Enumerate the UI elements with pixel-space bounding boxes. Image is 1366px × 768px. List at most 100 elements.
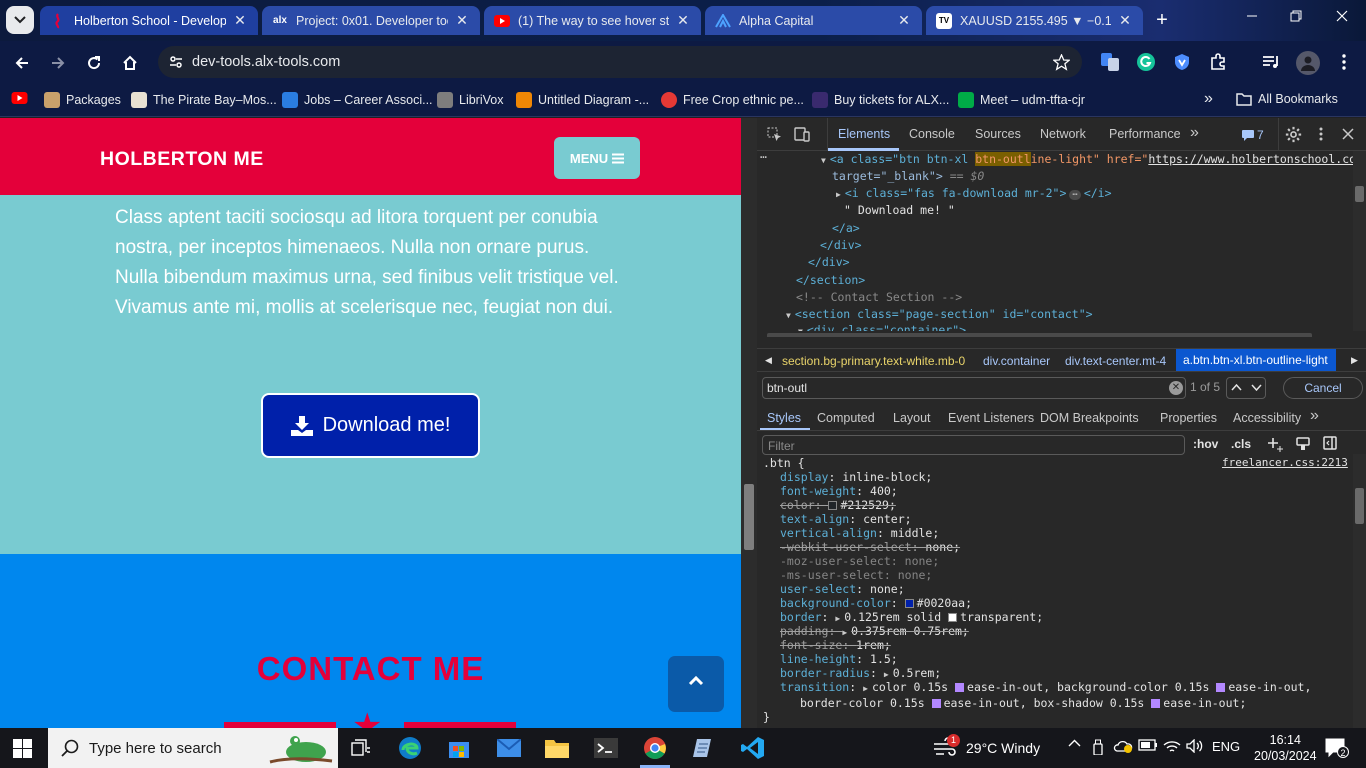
tab-network[interactable]: Network	[1040, 127, 1086, 141]
href-link[interactable]: https://www.holbertonschool.com	[1148, 152, 1363, 166]
close-tab-icon[interactable]: ✕	[454, 12, 470, 29]
css-property-name[interactable]: user-select	[780, 582, 856, 596]
bookmark-star-icon[interactable]	[1053, 53, 1070, 71]
css-property-background-color[interactable]: background-color: #0020aa;	[780, 596, 972, 610]
breadcrumb-active-a[interactable]: a.btn.btn-xl.btn-outline-light	[1176, 349, 1336, 371]
breadcrumb-text-center[interactable]: div.text-center.mt-4	[1065, 354, 1166, 368]
css-property-font-weight[interactable]: font-weight: 400;	[780, 484, 898, 498]
collapse-triangle-icon[interactable]: ▼	[786, 311, 791, 320]
breadcrumb-scroll-right[interactable]: ▶	[1351, 355, 1358, 366]
device-toolbar-icon[interactable]	[794, 127, 810, 142]
styles-scrollbar[interactable]	[1353, 454, 1366, 728]
tab-youtube[interactable]: (1) The way to see hover stat ✕	[484, 6, 701, 35]
breadcrumb-scroll-left[interactable]: ◀	[765, 355, 772, 366]
new-rule-icon[interactable]	[1267, 437, 1283, 452]
all-bookmarks-button[interactable]: All Bookmarks	[1236, 92, 1338, 106]
tab-dom-breakpoints[interactable]: DOM Breakpoints	[1040, 411, 1139, 425]
site-info-icon[interactable]	[168, 54, 184, 70]
edge-app[interactable]	[397, 735, 423, 761]
css-property-name[interactable]: font-size	[780, 638, 842, 652]
weather-widget[interactable]: 1	[932, 734, 960, 758]
css-property-name[interactable]: border	[780, 610, 822, 624]
bookmark-pirate-bay[interactable]: The Pirate Bay–Mos...	[131, 92, 277, 108]
task-view-button[interactable]	[348, 735, 374, 761]
chrome-app[interactable]	[642, 735, 668, 761]
css-property-ms-user-select[interactable]: -ms-user-select: none;	[780, 568, 932, 582]
css-property-value[interactable]: 0.375rem 0.75rem;	[851, 624, 969, 638]
paint-brush-icon[interactable]	[1296, 437, 1310, 451]
css-property-webkit-user-select[interactable]: -webkit-user-select: none;	[780, 540, 960, 554]
more-style-tabs-button[interactable]: »	[1310, 407, 1319, 425]
css-property-padding[interactable]: padding: ▶ 0.375rem 0.75rem;	[780, 624, 969, 638]
css-property-font-size[interactable]: font-size: 1rem;	[780, 638, 891, 652]
terminal-app[interactable]	[593, 735, 619, 761]
breadcrumb-section[interactable]: section.bg-primary.text-white.mb-0	[782, 354, 965, 368]
css-property-name[interactable]: vertical-align	[780, 526, 877, 540]
css-property-transition[interactable]: transition: ▶ color 0.15s ease-in-out, ba…	[780, 680, 1311, 694]
css-property-value[interactable]: middle;	[891, 526, 939, 540]
styles-scrollbar-thumb[interactable]	[1355, 488, 1364, 524]
forward-button[interactable]	[45, 50, 71, 76]
css-property-vertical-align[interactable]: vertical-align: middle;	[780, 526, 939, 540]
settings-gear-icon[interactable]	[1285, 126, 1302, 143]
css-property-name[interactable]: font-weight	[780, 484, 856, 498]
grammarly-icon[interactable]	[1135, 51, 1157, 73]
dom-scrollbar[interactable]	[1353, 151, 1366, 331]
close-devtools-icon[interactable]	[1342, 128, 1354, 140]
close-tab-icon[interactable]: ✕	[232, 12, 248, 29]
dom-close-a[interactable]: </a>	[832, 221, 860, 235]
clear-search-icon[interactable]: ✕	[1169, 381, 1183, 395]
dom-text-node[interactable]: " Download me! "	[844, 203, 955, 217]
ellipsis-icon[interactable]: …	[760, 151, 767, 161]
extensions-puzzle-icon[interactable]	[1207, 51, 1229, 73]
expand-shorthand-icon[interactable]: ▶	[835, 614, 840, 623]
reload-button[interactable]	[81, 50, 107, 76]
css-property-value[interactable]: none;	[870, 582, 905, 596]
css-property-value[interactable]: #0020aa;	[917, 596, 972, 610]
cancel-search-button[interactable]: Cancel	[1283, 377, 1363, 399]
css-property-value[interactable]: #212529;	[840, 498, 895, 512]
css-property-name[interactable]: border-radius	[780, 666, 870, 680]
expand-triangle-icon[interactable]: ▶	[836, 190, 841, 199]
tab-console[interactable]: Console	[909, 127, 955, 141]
page-scrollbar[interactable]	[741, 118, 757, 728]
bookmark-meet[interactable]: Meet – udm-tfta-cjr	[958, 92, 1085, 108]
css-property-value[interactable]: 400;	[870, 484, 898, 498]
home-button[interactable]	[117, 50, 143, 76]
css-property-value[interactable]: 0.5rem;	[893, 666, 941, 680]
dom-node-container[interactable]: ▼<div class="container">	[798, 323, 966, 331]
css-property-name[interactable]: display	[780, 470, 828, 484]
tab-layout[interactable]: Layout	[893, 411, 931, 425]
css-property-display[interactable]: display: inline-block;	[780, 470, 932, 484]
dom-node-i[interactable]: ▶ <i class="fas fa-download mr-2"> ⋯ </i>	[836, 186, 1112, 200]
close-window-button[interactable]	[1336, 10, 1348, 22]
css-property-name[interactable]: text-align	[780, 512, 849, 526]
styles-filter-input[interactable]: Filter	[762, 435, 1185, 455]
dom-scrollbar-thumb[interactable]	[1355, 186, 1364, 202]
css-property-moz-user-select[interactable]: -moz-user-select: none;	[780, 554, 939, 568]
inspect-element-icon[interactable]	[767, 127, 782, 142]
bookmark-free-crop[interactable]: Free Crop ethnic pe...	[661, 92, 804, 108]
tab-elements[interactable]: Elements	[838, 127, 890, 141]
css-property-value[interactable]: none;	[925, 540, 960, 554]
dom-comment[interactable]: <!-- Contact Section -->	[796, 290, 962, 304]
more-vertical-icon[interactable]	[1319, 127, 1323, 141]
previous-match-icon[interactable]	[1231, 384, 1242, 391]
restore-button[interactable]	[1290, 10, 1302, 22]
css-property-value[interactable]: ease-in-out,	[1228, 680, 1311, 694]
wifi-icon[interactable]	[1163, 739, 1181, 753]
usb-tray-icon[interactable]	[1092, 739, 1104, 755]
show-hidden-icons[interactable]	[1068, 739, 1081, 747]
bookmark-packages[interactable]: Packages	[44, 92, 121, 108]
back-button[interactable]	[9, 50, 35, 76]
profile-avatar[interactable]	[1296, 51, 1320, 75]
tab-search-button[interactable]	[6, 6, 34, 34]
css-property-name[interactable]: padding	[780, 624, 828, 638]
css-property-color[interactable]: color: #212529;	[780, 498, 896, 512]
css-source-link[interactable]: freelancer.css:2213	[1222, 456, 1348, 469]
volume-icon[interactable]	[1186, 739, 1204, 753]
vpn-shield-icon[interactable]	[1171, 51, 1193, 73]
css-property-user-select[interactable]: user-select: none;	[780, 582, 905, 596]
browser-menu-button[interactable]	[1333, 51, 1355, 73]
expand-shorthand-icon[interactable]: ▶	[884, 670, 889, 679]
